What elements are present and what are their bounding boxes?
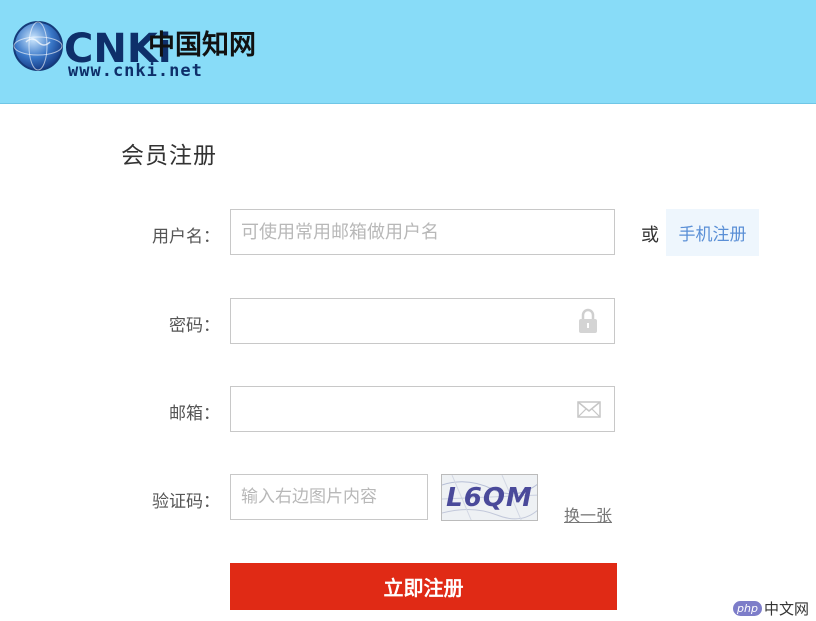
captcha-label: 验证码： <box>152 492 220 512</box>
watermark-text: 中文网 <box>763 600 809 618</box>
refresh-captcha-link[interactable]: 换一张 <box>564 502 612 526</box>
logo-url-text: www.cnki.net <box>68 61 203 81</box>
page-title: 会员注册 <box>121 143 217 169</box>
captcha-input[interactable] <box>230 474 428 520</box>
cnki-logo[interactable]: CNKi 中国知网 www.cnki.net <box>8 14 268 84</box>
site-header: CNKi 中国知网 www.cnki.net <box>0 0 816 104</box>
username-label: 用户名： <box>152 227 220 247</box>
logo-chinese-text: 中国知网 <box>148 30 256 61</box>
or-text: 或 <box>641 225 659 246</box>
phone-register-link[interactable]: 手机注册 <box>666 209 759 256</box>
username-input[interactable] <box>230 209 615 255</box>
captcha-image[interactable]: L6QM <box>441 474 538 521</box>
email-input[interactable] <box>230 386 615 432</box>
captcha-text: L6QM <box>446 482 533 513</box>
envelope-icon <box>577 401 601 422</box>
password-label: 密码： <box>169 316 220 336</box>
register-submit-button[interactable]: 立即注册 <box>230 563 617 610</box>
watermark-badge: php <box>733 601 762 616</box>
password-input[interactable] <box>230 298 615 344</box>
lock-icon <box>578 308 598 338</box>
php-watermark: php 中文网 <box>733 598 809 619</box>
email-label: 邮箱： <box>169 404 220 424</box>
